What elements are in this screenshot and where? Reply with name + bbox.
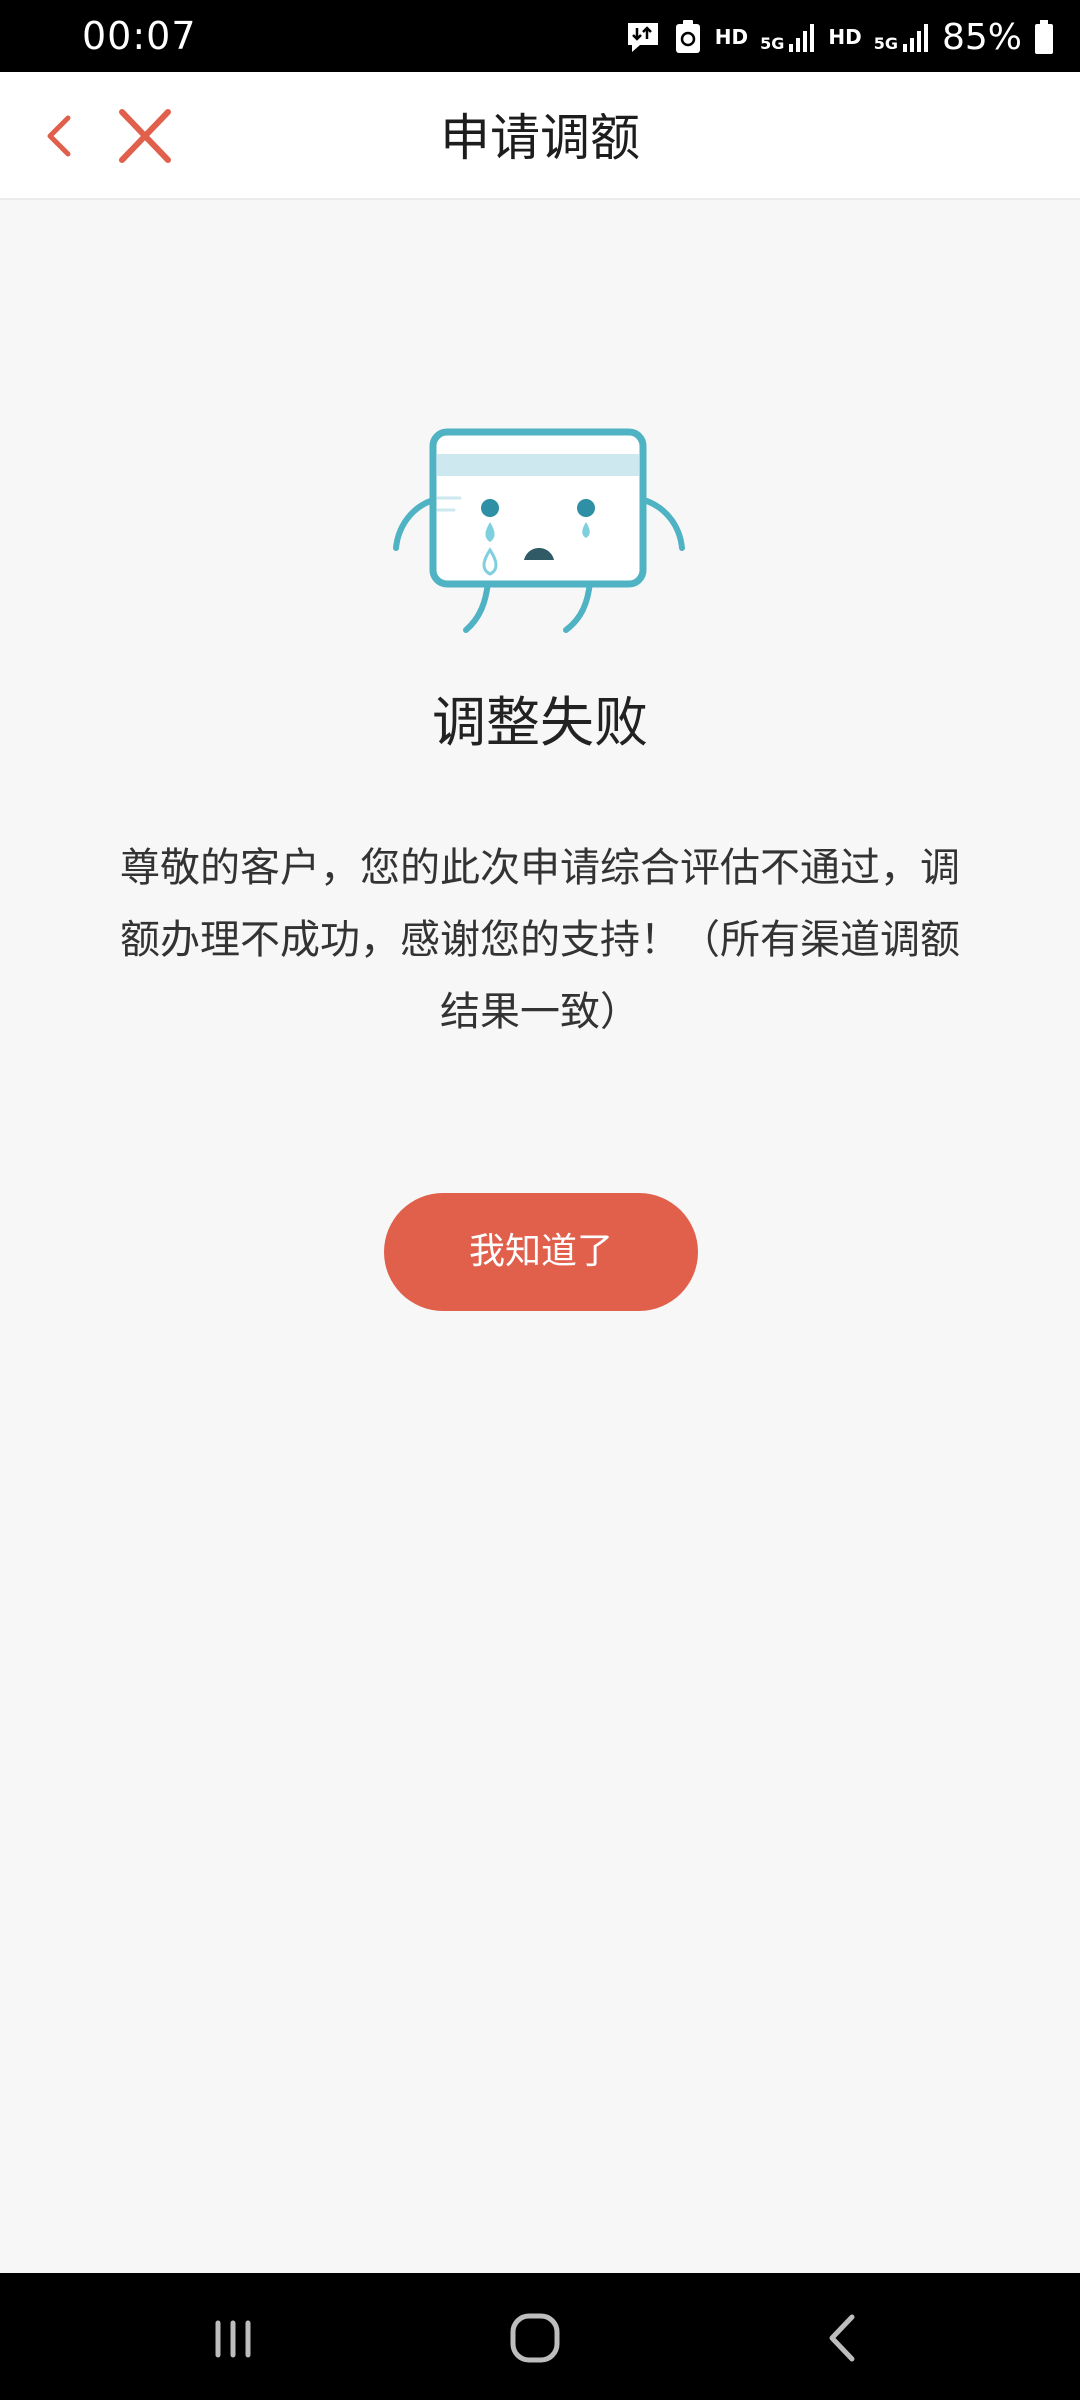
network-type-label-1: 5G (760, 34, 785, 53)
screen: 00:07 HD 5G HD 5G 85% 申请调额 调整失败 尊敬的客户，您的… (0, 0, 1080, 2400)
acknowledge-button[interactable]: 我知道了 (384, 1193, 698, 1311)
page-title: 申请调额 (440, 109, 640, 167)
back-icon[interactable] (808, 2303, 878, 2373)
battery-percent: 85% (941, 16, 1022, 58)
signal-bars-icon (789, 24, 815, 52)
home-icon[interactable] (500, 2303, 570, 2373)
signal-5g-2: 5G (874, 22, 930, 52)
crying-card-icon (393, 428, 685, 633)
message-sync-icon (627, 23, 658, 52)
result-message: 尊敬的客户，您的此次申请综合评估不通过，调额办理不成功，感谢您的支持！（所有渠道… (120, 845, 960, 1035)
network-type-label-2: 5G (873, 34, 898, 53)
signal-bars-icon (902, 24, 928, 52)
battery-icon (1035, 20, 1053, 54)
status-time: 00:07 (82, 14, 197, 58)
status-bar: 00:07 HD 5G HD 5G 85% (0, 0, 1080, 72)
nav-bar: 申请调额 (0, 72, 1080, 200)
system-nav-bar (0, 2273, 1080, 2400)
hd-voice-label-1: HD (714, 25, 749, 49)
recycle-notification-icon (675, 20, 700, 53)
signal-5g-1: 5G (760, 22, 816, 52)
result-title: 调整失败 (432, 691, 648, 754)
recent-apps-icon[interactable] (198, 2303, 268, 2373)
hd-voice-label-2: HD (828, 25, 862, 49)
status-icons: HD 5G HD 5G 85% (625, 12, 1054, 62)
